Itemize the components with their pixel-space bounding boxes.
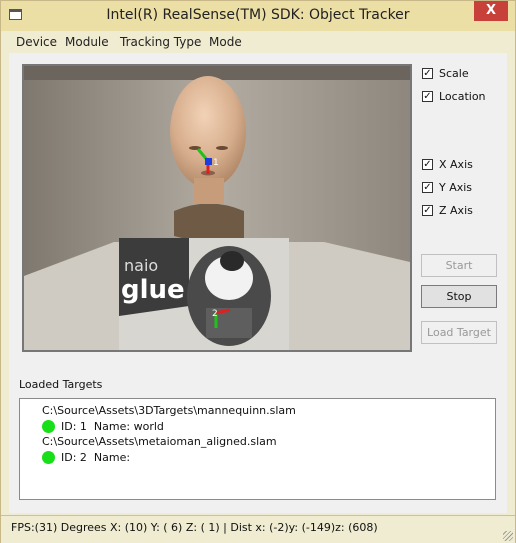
app-window: Intel(R) RealSense(TM) SDK: Object Track… — [0, 0, 516, 543]
scale-option[interactable]: ✓ Scale — [422, 65, 469, 81]
target-id-label: ID: — [61, 450, 77, 464]
x-axis-option[interactable]: ✓ X Axis — [422, 156, 473, 172]
target-detail-row[interactable]: ID: 2 Name: — [42, 450, 134, 464]
y-axis-label: Y Axis — [439, 180, 473, 194]
menu-bar: Device Module Tracking Type Mode — [1, 31, 515, 53]
target-id-label: ID: — [61, 419, 77, 433]
z-axis-option[interactable]: ✓ Z Axis — [422, 202, 473, 218]
location-checkbox[interactable]: ✓ — [422, 90, 433, 102]
x-axis-checkbox[interactable]: ✓ — [422, 158, 433, 170]
marker2-id: 2 — [212, 309, 218, 319]
target-name-label: Name: — [93, 419, 131, 433]
marker1-id: 1 — [213, 158, 219, 168]
location-option[interactable]: ✓ Location — [422, 88, 486, 104]
status-bar: FPS:(31) Degrees X: (10) Y: ( 6) Z: ( 1)… — [1, 515, 515, 543]
start-button[interactable]: Start — [421, 254, 497, 277]
close-button[interactable]: X — [474, 1, 508, 21]
z-axis-label: Z Axis — [439, 203, 473, 217]
target-name: world — [133, 419, 164, 433]
menu-module[interactable]: Module — [65, 35, 109, 49]
status-dot-icon — [42, 450, 55, 464]
status-text: FPS:(31) Degrees X: (10) Y: ( 6) Z: ( 1)… — [11, 521, 378, 534]
camera-preview: naio glue 1 2 — [22, 64, 412, 352]
scale-checkbox[interactable]: ✓ — [422, 67, 433, 79]
poster-glue-text: glue — [121, 275, 185, 305]
loaded-targets-label: Loaded Targets — [19, 378, 103, 391]
location-label: Location — [439, 89, 486, 103]
target-detail-row[interactable]: ID: 1 Name: world — [42, 419, 164, 433]
title-bar[interactable]: Intel(R) RealSense(TM) SDK: Object Track… — [1, 1, 515, 31]
y-axis-option[interactable]: ✓ Y Axis — [422, 179, 472, 195]
z-axis-checkbox[interactable]: ✓ — [422, 204, 433, 216]
scale-label: Scale — [439, 66, 469, 80]
target-id: 1 — [79, 419, 87, 433]
resize-grip-icon[interactable] — [503, 531, 513, 541]
x-axis-label: X Axis — [439, 157, 473, 171]
menu-mode[interactable]: Mode — [209, 35, 242, 49]
loaded-targets-list[interactable]: C:\Source\Assets\3DTargets\mannequinn.sl… — [19, 398, 496, 500]
window-title: Intel(R) RealSense(TM) SDK: Object Track… — [106, 7, 410, 23]
load-target-button[interactable]: Load Target — [421, 321, 497, 344]
target-path[interactable]: C:\Source\Assets\metaioman_aligned.slam — [42, 435, 277, 448]
target-id: 2 — [79, 450, 87, 464]
menu-tracking-type[interactable]: Tracking Type — [120, 35, 201, 49]
status-dot-icon — [42, 419, 55, 433]
poster-brand-text: naio — [124, 256, 158, 275]
main-panel: naio glue 1 2 ✓ Scale ✓ Location ✓ X Axi… — [9, 53, 507, 513]
target-name-label: Name: — [93, 450, 131, 464]
target-path[interactable]: C:\Source\Assets\3DTargets\mannequinn.sl… — [42, 404, 296, 417]
camera-frame-image: naio glue 1 2 — [24, 66, 410, 350]
menu-device[interactable]: Device — [16, 35, 57, 49]
stop-button[interactable]: Stop — [421, 285, 497, 308]
y-axis-checkbox[interactable]: ✓ — [422, 181, 433, 193]
